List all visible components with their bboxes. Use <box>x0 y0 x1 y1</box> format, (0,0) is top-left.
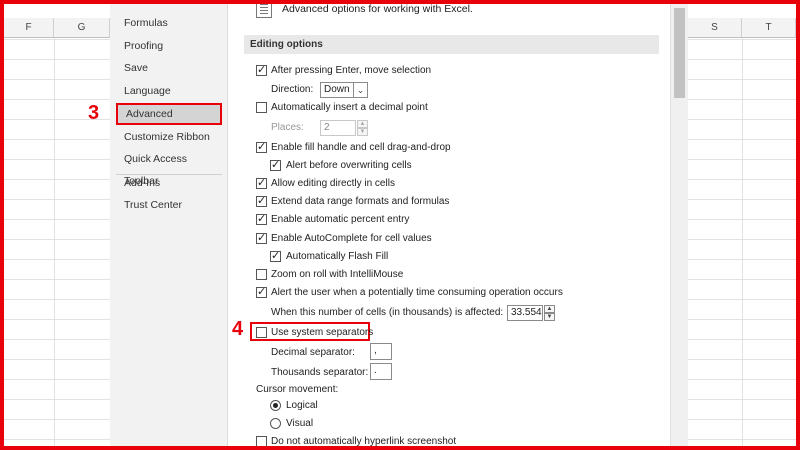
sidebar-item-formulas[interactable]: Formulas <box>116 12 222 34</box>
fill-handle-label: Enable fill handle and cell drag-and-dro… <box>271 142 451 153</box>
advanced-options-header: Advanced options for working with Excel. <box>282 3 473 15</box>
direction-value: Down <box>324 84 350 95</box>
edit-in-cells-label: Allow editing directly in cells <box>271 178 395 189</box>
after-enter-checkbox[interactable] <box>256 63 267 76</box>
auto-percent-checkbox[interactable] <box>256 212 267 225</box>
decimal-separator-label: Decimal separator: <box>271 347 355 358</box>
options-sidebar: Formulas Proofing Save Language Advanced… <box>110 0 228 450</box>
auto-percent-label: Enable automatic percent entry <box>271 214 410 225</box>
places-input[interactable]: 2 <box>320 120 356 136</box>
sidebar-item-language[interactable]: Language <box>116 80 222 102</box>
step-4-marker: 4 <box>232 318 244 340</box>
no-hyperlink-label: Do not automatically hyperlink screensho… <box>271 436 457 447</box>
cursor-visual-label: Visual <box>286 418 314 429</box>
column-header-t[interactable]: T <box>742 18 796 38</box>
sidebar-item-quick-access-toolbar[interactable]: Quick Access Toolbar <box>116 148 222 187</box>
cells-affected-input[interactable]: 33.554 <box>507 305 543 321</box>
cursor-visual-radio[interactable] <box>270 418 281 429</box>
sidebar-item-proofing[interactable]: Proofing <box>116 35 222 57</box>
flash-fill-label: Automatically Flash Fill <box>286 251 389 262</box>
column-header-g[interactable]: G <box>54 18 110 38</box>
sidebar-item-add-ins[interactable]: Add-Ins <box>116 172 222 194</box>
places-down-icon[interactable]: ▼ <box>357 128 368 136</box>
step-3-marker: 3 <box>88 102 100 124</box>
column-header-s[interactable]: S <box>688 18 742 38</box>
system-separators-checkbox[interactable] <box>256 327 267 338</box>
after-enter-label: After pressing Enter, move selection <box>271 65 432 76</box>
section-header-editing-options: Editing options <box>244 35 659 54</box>
autocomplete-checkbox[interactable] <box>256 231 267 244</box>
column-header-f[interactable]: F <box>4 18 54 38</box>
direction-label: Direction: <box>271 84 314 95</box>
no-hyperlink-checkbox[interactable] <box>256 436 267 447</box>
system-separators-label: Use system separators <box>271 327 374 338</box>
auto-decimal-checkbox[interactable] <box>256 102 267 113</box>
chevron-down-icon: ⌄ <box>353 83 367 97</box>
sidebar-item-trust-center[interactable]: Trust Center <box>116 194 222 216</box>
auto-decimal-label: Automatically insert a decimal point <box>271 102 428 113</box>
thousands-separator-input[interactable]: . <box>370 363 392 380</box>
grid-line <box>54 38 55 450</box>
cursor-movement-label: Cursor movement: <box>256 384 339 395</box>
decimal-separator-input[interactable]: , <box>370 343 392 360</box>
cells-affected-down-icon[interactable]: ▼ <box>544 313 555 321</box>
scrollbar-thumb[interactable] <box>674 8 685 98</box>
cursor-logical-radio[interactable] <box>270 400 281 411</box>
direction-dropdown[interactable]: Down ⌄ <box>320 82 368 98</box>
cells-affected-label: When this number of cells (in thousands)… <box>271 307 504 318</box>
places-label: Places: <box>271 122 304 133</box>
grid-line <box>742 38 743 450</box>
sidebar-item-advanced[interactable]: Advanced <box>116 103 222 125</box>
zoom-roll-label: Zoom on roll with IntelliMouse <box>271 269 404 280</box>
alert-overwrite-checkbox[interactable] <box>270 158 281 171</box>
flash-fill-checkbox[interactable] <box>270 249 281 262</box>
zoom-roll-checkbox[interactable] <box>256 269 267 280</box>
edit-in-cells-checkbox[interactable] <box>256 176 267 189</box>
autocomplete-label: Enable AutoComplete for cell values <box>271 233 432 244</box>
alert-slow-checkbox[interactable] <box>256 285 267 298</box>
cursor-logical-label: Logical <box>286 400 318 411</box>
extend-formats-checkbox[interactable] <box>256 194 267 207</box>
extend-formats-label: Extend data range formats and formulas <box>271 196 450 207</box>
alert-overwrite-label: Alert before overwriting cells <box>286 160 412 171</box>
sidebar-item-customize-ribbon[interactable]: Customize Ribbon <box>116 126 222 148</box>
document-options-icon <box>256 0 272 18</box>
cells-affected-up-icon[interactable]: ▲ <box>544 305 555 313</box>
options-scrollbar[interactable] <box>670 0 688 450</box>
fill-handle-checkbox[interactable] <box>256 140 267 153</box>
thousands-separator-label: Thousands separator: <box>271 367 369 378</box>
spreadsheet-right-area: S T <box>688 0 800 450</box>
places-up-icon[interactable]: ▲ <box>357 120 368 128</box>
sidebar-item-save[interactable]: Save <box>116 57 222 79</box>
alert-slow-label: Alert the user when a potentially time c… <box>271 287 563 298</box>
spreadsheet-left-area: F G <box>0 0 110 450</box>
